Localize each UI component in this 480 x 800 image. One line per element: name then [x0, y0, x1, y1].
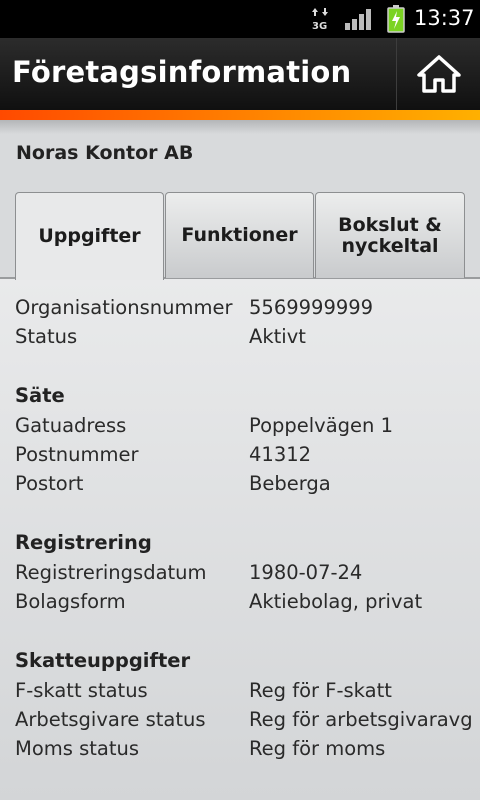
battery-charging-icon [387, 5, 405, 33]
company-name: Noras Kontor AB [16, 142, 194, 164]
row-label: Arbetsgivare status [15, 708, 206, 731]
row-value: Reg för arbetsgivaravg [249, 708, 473, 731]
section-heading-sate: Säte [15, 384, 65, 407]
row-label: Gatuadress [15, 414, 127, 437]
row-value: 1980-07-24 [249, 561, 363, 584]
status-bar: 3G 13:37 [0, 0, 480, 38]
tab-label: Funktioner [181, 224, 298, 246]
title-bar: Företagsinformation [0, 38, 480, 110]
content-panel: Organisationsnummer 5569999999 Status Ak… [0, 279, 480, 800]
row-label: Postort [15, 472, 84, 495]
row-label: Moms status [15, 737, 140, 760]
row-value: 41312 [249, 443, 312, 466]
row-value: Poppelvägen 1 [249, 414, 393, 437]
row-label: Bolagsform [15, 590, 126, 613]
signal-icon [345, 9, 371, 30]
row-label: Postnummer [15, 443, 139, 466]
row-label: Registreringsdatum [15, 561, 207, 584]
tab-label: Bokslut & nyckeltal [338, 213, 442, 257]
row-value: Reg för F-skatt [249, 679, 392, 702]
row-label: Status [15, 325, 78, 348]
tab-uppgifter[interactable]: Uppgifter [15, 192, 164, 280]
home-button[interactable] [397, 38, 480, 110]
row-label: Organisationsnummer [15, 296, 233, 319]
page-title: Företagsinformation [12, 55, 352, 89]
data-3g-icon: 3G [312, 8, 328, 32]
tab-funktioner[interactable]: Funktioner [165, 192, 314, 278]
tab-label: Uppgifter [38, 225, 141, 247]
row-value: 5569999999 [249, 296, 374, 319]
accent-shadow [0, 120, 480, 134]
section-heading-registrering: Registrering [15, 531, 152, 554]
accent-bar [0, 110, 480, 120]
clock: 13:37 [414, 6, 475, 30]
home-icon [416, 55, 461, 93]
svg-text:3G: 3G [312, 21, 327, 32]
row-value: Aktivt [249, 325, 306, 348]
row-value: Reg för moms [249, 737, 386, 760]
section-heading-skatteuppgifter: Skatteuppgifter [15, 649, 191, 672]
row-value: Aktiebolag, privat [249, 590, 423, 613]
row-label: F-skatt status [15, 679, 148, 702]
tab-bokslut-nyckeltal[interactable]: Bokslut & nyckeltal [315, 192, 465, 278]
row-value: Beberga [249, 472, 331, 495]
